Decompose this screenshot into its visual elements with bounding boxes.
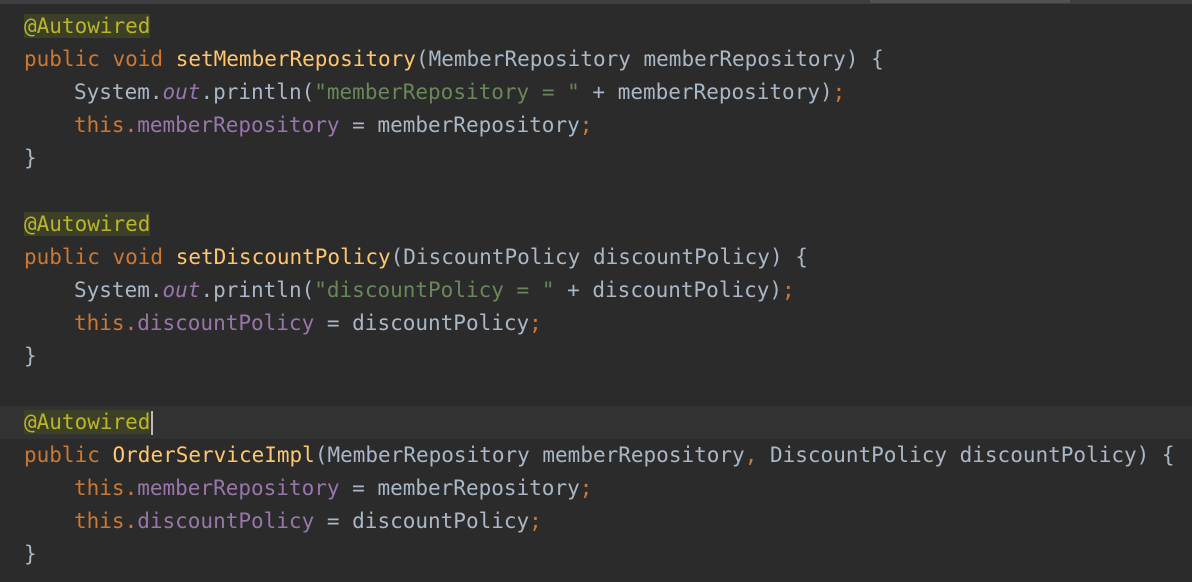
field-token: memberRepository bbox=[137, 113, 340, 137]
editor-top-edge bbox=[0, 0, 1192, 4]
modifier-token: public void bbox=[24, 47, 176, 71]
static-field-token: out bbox=[162, 80, 201, 104]
code-line[interactable]: this.discountPolicy = discountPolicy; bbox=[0, 505, 1192, 538]
this-keyword: this. bbox=[74, 476, 138, 500]
constructor-name-token: OrderServiceImpl bbox=[112, 443, 315, 467]
string-literal: "memberRepository = " bbox=[314, 80, 580, 104]
string-literal: "discountPolicy = " bbox=[314, 278, 555, 302]
semicolon: ; bbox=[579, 113, 593, 137]
current-code-line[interactable]: @Autowired bbox=[0, 406, 1192, 439]
annotation-token: @Autowired bbox=[24, 410, 151, 434]
call-token: .println( bbox=[200, 278, 315, 302]
field-token: memberRepository bbox=[137, 476, 340, 500]
code-line[interactable]: System.out.println("memberRepository = "… bbox=[0, 76, 1192, 109]
parameters-token: (MemberRepository memberRepository) { bbox=[415, 47, 884, 71]
code-line[interactable]: this.memberRepository = memberRepository… bbox=[0, 109, 1192, 142]
this-keyword: this. bbox=[74, 113, 138, 137]
horizontal-scroll-thumb[interactable] bbox=[870, 0, 1070, 3]
code-line[interactable]: @Autowired bbox=[0, 10, 1192, 43]
code-line[interactable]: this.memberRepository = memberRepository… bbox=[0, 472, 1192, 505]
semicolon: ; bbox=[529, 509, 542, 533]
text-caret bbox=[151, 411, 154, 435]
expression-token: = discountPolicy bbox=[314, 509, 530, 533]
code-line[interactable]: @Autowired bbox=[0, 208, 1192, 241]
this-keyword: this. bbox=[74, 311, 138, 335]
code-line[interactable]: } bbox=[0, 142, 1192, 175]
expression-token: = discountPolicy bbox=[314, 311, 530, 335]
closing-brace: } bbox=[24, 146, 37, 170]
expression-token: + memberRepository) bbox=[579, 80, 833, 104]
method-name-token: setMemberRepository bbox=[175, 47, 416, 71]
expression-token: + discountPolicy) bbox=[554, 278, 783, 302]
code-line[interactable]: this.discountPolicy = discountPolicy; bbox=[0, 307, 1192, 340]
code-line[interactable]: public void setDiscountPolicy(DiscountPo… bbox=[0, 241, 1192, 274]
annotation-token: @Autowired bbox=[24, 212, 151, 236]
call-token: .println( bbox=[200, 80, 315, 104]
code-line[interactable]: } bbox=[0, 340, 1192, 373]
semicolon: ; bbox=[782, 278, 795, 302]
semicolon: ; bbox=[579, 476, 593, 500]
parameters-token: (MemberRepository memberRepository bbox=[314, 443, 745, 467]
parameters-token: (DiscountPolicy discountPolicy) { bbox=[390, 245, 808, 269]
semicolon: ; bbox=[529, 311, 542, 335]
annotation-token: @Autowired bbox=[24, 14, 151, 38]
this-keyword: this. bbox=[74, 509, 138, 533]
method-name-token: setDiscountPolicy bbox=[175, 245, 391, 269]
code-line[interactable]: public OrderServiceImpl(MemberRepository… bbox=[0, 439, 1192, 472]
modifier-token: public void bbox=[24, 245, 176, 269]
class-ref-token: System. bbox=[74, 278, 163, 302]
modifier-token: public bbox=[24, 443, 113, 467]
closing-brace: } bbox=[24, 344, 37, 368]
expression-token: = memberRepository bbox=[339, 476, 580, 500]
comma: , bbox=[744, 443, 758, 467]
closing-brace: } bbox=[24, 542, 37, 566]
parameters-token: DiscountPolicy discountPolicy) { bbox=[757, 443, 1175, 467]
expression-token: = memberRepository bbox=[339, 113, 580, 137]
class-ref-token: System. bbox=[74, 80, 163, 104]
semicolon: ; bbox=[832, 80, 846, 104]
field-token: discountPolicy bbox=[137, 311, 315, 335]
field-token: discountPolicy bbox=[137, 509, 315, 533]
code-editor[interactable]: @Autowired public void setMemberReposito… bbox=[0, 0, 1192, 582]
code-line[interactable]: } bbox=[0, 538, 1192, 571]
code-line[interactable]: System.out.println("discountPolicy = " +… bbox=[0, 274, 1192, 307]
static-field-token: out bbox=[162, 278, 201, 302]
code-line[interactable]: public void setMemberRepository(MemberRe… bbox=[0, 43, 1192, 76]
